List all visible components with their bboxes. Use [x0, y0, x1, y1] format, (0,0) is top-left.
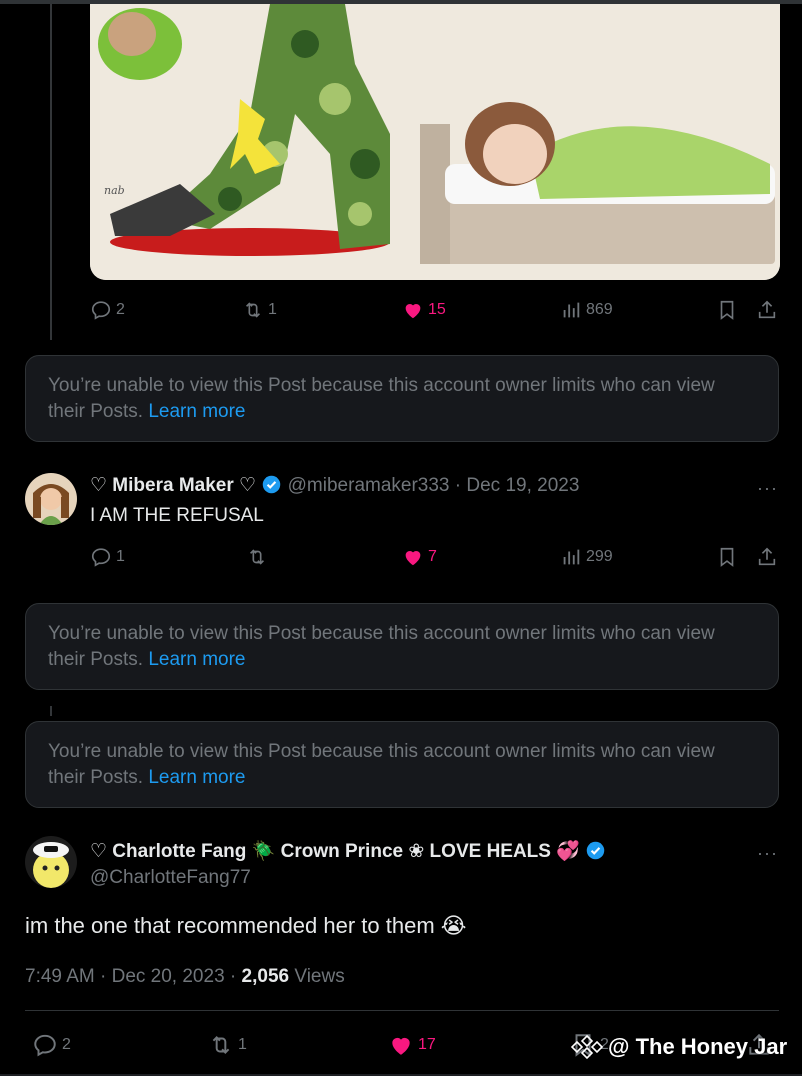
- bookmark-icon: [720, 300, 734, 320]
- more-icon[interactable]: ···: [757, 478, 778, 499]
- bookmark-button[interactable]: [716, 299, 738, 321]
- post-text: I AM THE REFUSAL: [90, 505, 264, 526]
- reply-icon: [91, 548, 111, 567]
- views-count: 2,056: [241, 966, 290, 987]
- like-button[interactable]: 7: [402, 546, 437, 568]
- post-meta: 7:49 AM · Dec 20, 2023 · 2,056 Views: [25, 965, 345, 989]
- repost-icon: [245, 302, 261, 318]
- learn-more-link[interactable]: Learn more: [148, 649, 245, 670]
- repost-count: 1: [238, 1036, 247, 1053]
- focused-post-text: im the one that recommended her to them …: [25, 912, 467, 940]
- handle[interactable]: @CharlotteFang77: [90, 866, 251, 890]
- share-button[interactable]: [756, 546, 778, 568]
- post2-header: ♡ Mibera Maker ♡ @miberamaker333 · Dec 1…: [90, 474, 579, 498]
- like-button[interactable]: 17: [388, 1032, 436, 1058]
- heart-icon: [405, 551, 421, 566]
- meme-illustration: nab: [90, 4, 780, 280]
- heart-icon: [405, 304, 421, 319]
- separator: ·: [100, 966, 107, 987]
- like-count: 7: [428, 548, 437, 565]
- share-icon: [758, 300, 776, 319]
- handle[interactable]: @miberamaker333: [288, 475, 450, 496]
- separator: ·: [229, 966, 237, 987]
- like-button[interactable]: 15: [402, 299, 446, 321]
- post3-header: ♡ Charlotte Fang 🪲 Crown Prince ❀ LOVE H…: [90, 840, 606, 864]
- reply-button[interactable]: 1: [90, 546, 125, 568]
- reply-count: 1: [116, 548, 125, 565]
- reply-button[interactable]: 2: [90, 299, 125, 321]
- views-count: 299: [586, 548, 613, 565]
- reply-count: 2: [116, 301, 125, 318]
- views-count: 869: [586, 301, 613, 318]
- learn-more-link[interactable]: Learn more: [148, 767, 245, 788]
- post-time[interactable]: 7:49 AM: [25, 966, 95, 987]
- views-label: Views: [294, 966, 345, 987]
- hearts-emoji: 💞: [556, 841, 580, 862]
- post-text: im the one that recommended her to them: [25, 913, 435, 938]
- post1-actions: 2 1 15 869: [90, 299, 780, 323]
- repost-icon: [249, 549, 265, 565]
- verified-icon: [263, 475, 281, 494]
- thread-line: [50, 706, 52, 716]
- post2-actions: 1 7 299: [90, 546, 780, 570]
- repost-icon: [212, 1036, 230, 1054]
- reply-button[interactable]: 2: [32, 1032, 71, 1058]
- like-count: 15: [428, 301, 446, 318]
- bookmark-icon: [720, 547, 734, 567]
- reply-icon: [34, 1034, 56, 1057]
- avatar-image: [25, 836, 77, 888]
- display-name-suffix[interactable]: Crown Prince ❀ LOVE HEALS: [281, 841, 551, 862]
- more-icon[interactable]: ···: [757, 843, 778, 864]
- binance-icon: [570, 1034, 604, 1060]
- views-button[interactable]: 299: [560, 546, 613, 568]
- post-media-image[interactable]: nab: [90, 4, 780, 280]
- verified-icon: [586, 841, 605, 860]
- reply-icon: [91, 301, 111, 320]
- post-date[interactable]: Dec 20, 2023: [112, 966, 225, 987]
- watermark: @ The Honey Jar: [570, 1034, 787, 1060]
- repost-count: 1: [268, 301, 277, 318]
- avatar-image: [25, 473, 77, 525]
- separator: ·: [454, 475, 462, 496]
- crying-emoji: 😭: [440, 913, 467, 938]
- post-date[interactable]: Dec 19, 2023: [466, 475, 579, 496]
- reply-count: 2: [62, 1036, 71, 1053]
- share-button[interactable]: [756, 299, 778, 321]
- views-icon: [563, 302, 580, 318]
- thread-line: [50, 0, 52, 340]
- repost-button[interactable]: [246, 546, 272, 568]
- avatar[interactable]: [25, 836, 77, 888]
- views-button[interactable]: 869: [560, 299, 613, 321]
- heart-icon: [392, 1037, 410, 1055]
- beetle-emoji: 🪲: [251, 841, 276, 862]
- watermark-text: @ The Honey Jar: [608, 1034, 788, 1059]
- display-name[interactable]: ♡ Mibera Maker ♡: [90, 475, 256, 496]
- restricted-post-notice: You’re unable to view this Post because …: [25, 355, 779, 442]
- avatar[interactable]: [25, 473, 77, 525]
- views-icon: [563, 549, 580, 565]
- display-name[interactable]: ♡ Charlotte Fang: [90, 841, 246, 862]
- learn-more-link[interactable]: Learn more: [148, 401, 245, 422]
- like-count: 17: [418, 1036, 436, 1053]
- restricted-post-notice: You’re unable to view this Post because …: [25, 721, 779, 808]
- repost-button[interactable]: 1: [208, 1032, 247, 1058]
- media-watermark: nab: [104, 184, 125, 197]
- divider: [25, 1010, 779, 1011]
- restricted-post-notice: You’re unable to view this Post because …: [25, 603, 779, 690]
- repost-button[interactable]: 1: [242, 299, 277, 321]
- bookmark-button[interactable]: [716, 546, 738, 568]
- share-icon: [758, 547, 776, 566]
